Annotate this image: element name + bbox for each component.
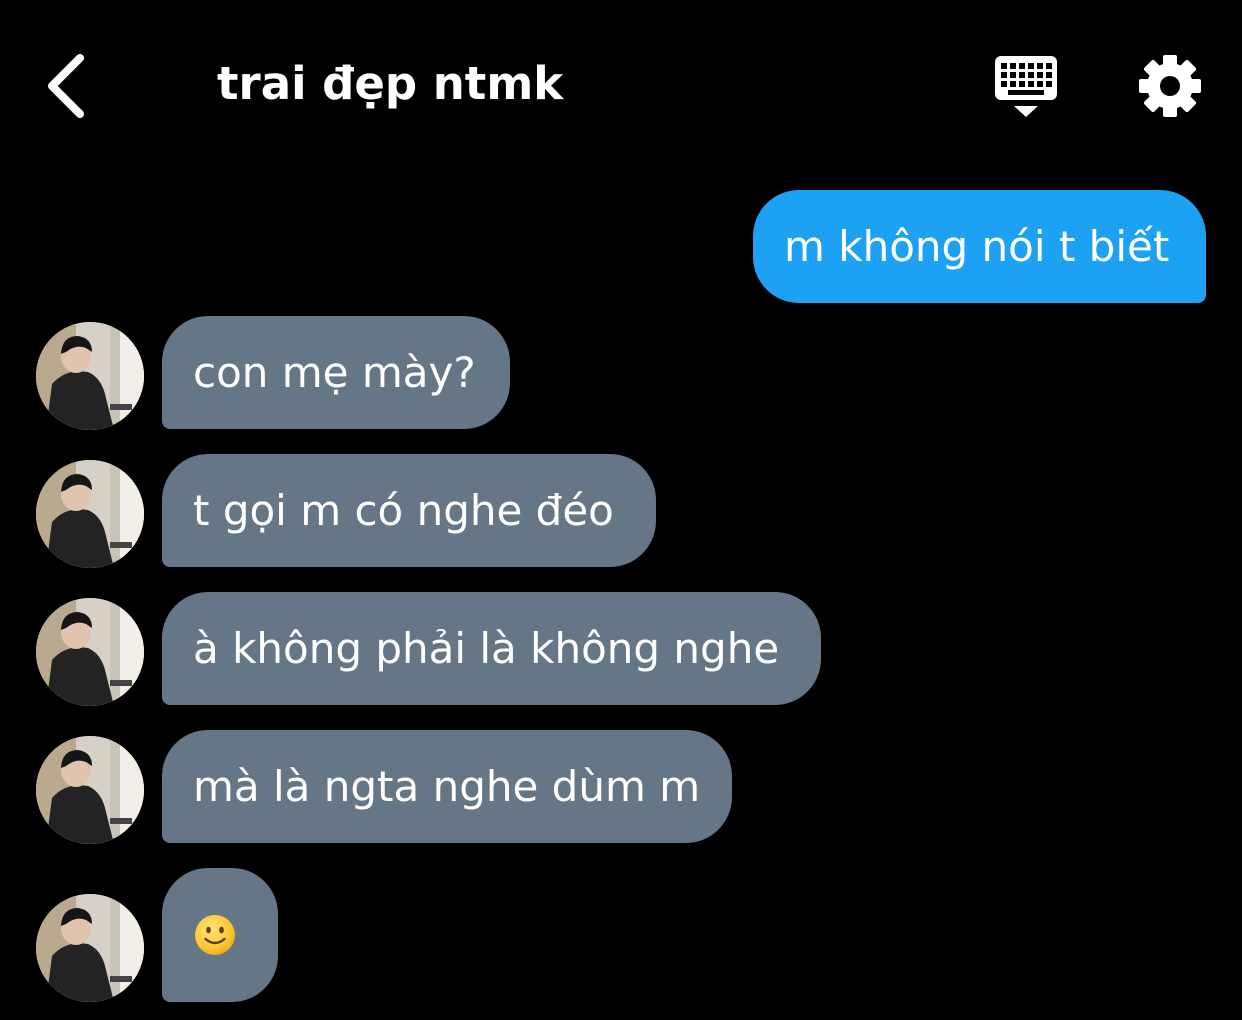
message-text: m không nói t biết: [784, 221, 1170, 271]
received-message-bubble[interactable]: t gọi m có nghe đéo: [162, 454, 656, 567]
avatar[interactable]: [36, 598, 144, 706]
message-text: mà là ngta nghe dùm m: [193, 761, 701, 811]
avatar-photo-icon: [36, 894, 144, 1002]
keyboard-button[interactable]: [990, 54, 1062, 120]
received-message-bubble[interactable]: mà là ngta nghe dùm m: [162, 730, 732, 843]
conversation-title: trai đẹp ntmk: [217, 57, 564, 110]
received-message-bubble[interactable]: con mẹ mày?: [162, 316, 510, 429]
received-message-bubble[interactable]: à không phải là không nghe: [162, 592, 821, 705]
received-message-bubble[interactable]: [162, 868, 278, 1002]
avatar-photo-icon: [36, 736, 144, 844]
avatar[interactable]: [36, 460, 144, 568]
settings-button[interactable]: [1136, 52, 1204, 120]
avatar-photo-icon: [36, 598, 144, 706]
avatar[interactable]: [36, 322, 144, 430]
avatar-photo-icon: [36, 322, 144, 430]
message-text: à không phải là không nghe: [193, 623, 780, 673]
slightly-smiling-face-icon: [195, 915, 235, 955]
avatar[interactable]: [36, 894, 144, 1002]
gear-icon: [1139, 55, 1201, 117]
message-text: con mẹ mày?: [193, 347, 476, 397]
message-text: t gọi m có nghe đéo: [193, 485, 614, 535]
keyboard-icon: [995, 56, 1057, 117]
sent-message-bubble[interactable]: m không nói t biết: [753, 190, 1206, 303]
back-button[interactable]: [36, 48, 106, 124]
avatar[interactable]: [36, 736, 144, 844]
conversation-header: trai đẹp ntmk: [0, 0, 1242, 170]
avatar-photo-icon: [36, 460, 144, 568]
chevron-left-icon: [48, 54, 84, 118]
